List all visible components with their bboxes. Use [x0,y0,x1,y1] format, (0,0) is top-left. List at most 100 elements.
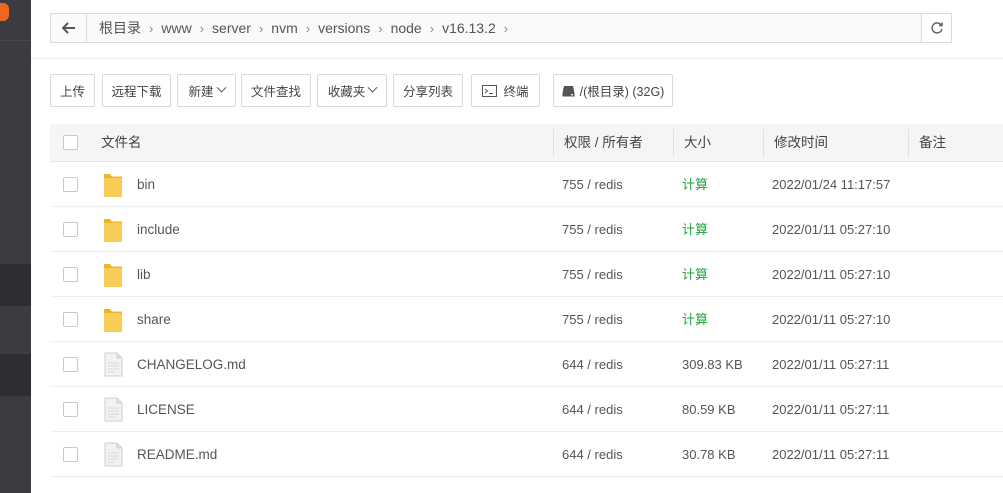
table-row[interactable]: bin 755 / redis 计算 2022/01/24 11:17:57 [50,162,1003,207]
file-name[interactable]: include [137,207,180,252]
modified-time: 2022/01/11 05:27:11 [772,357,890,372]
header-filename[interactable]: 文件名 [101,124,142,162]
file-search-label: 文件查找 [250,85,301,99]
size-calc-link[interactable]: 计算 [682,207,708,252]
file-name[interactable]: share [137,297,171,342]
chevron-right-icon: › [378,20,383,36]
table-row[interactable]: lib 755 / redis 计算 2022/01/11 05:27:10 [50,252,1003,297]
chevron-right-icon: › [429,20,435,36]
table-row[interactable]: share 755 / redis 计算 2022/01/11 05:27:10 [50,297,1003,342]
file-name[interactable]: LICENSE [137,387,195,432]
breadcrumb-item[interactable]: nvm [265,20,303,36]
favorites-dropdown-button[interactable]: 收藏夹 [317,74,387,107]
column-divider [673,129,674,157]
sidebar-item-highlight[interactable] [0,354,31,396]
permission-owner[interactable]: 755 / redis [562,162,623,207]
file-name[interactable]: bin [137,162,155,207]
favorites-label: 收藏夹 [327,85,366,99]
new-dropdown-button[interactable]: 新建 [177,74,236,107]
file-name[interactable]: README.md [137,432,217,477]
table-row[interactable]: include 755 / redis 计算 2022/01/11 05:27:… [50,207,1003,252]
breadcrumb-item[interactable]: www [155,20,197,36]
file-name[interactable]: lib [137,252,151,297]
breadcrumb-item[interactable]: 根目录 [93,18,147,38]
table-row[interactable]: LICENSE 644 / redis 80.59 KB 2022/01/11 … [50,387,1003,432]
row-checkbox[interactable] [63,312,78,327]
permission-owner[interactable]: 755 / redis [562,252,623,297]
folder-icon [104,264,122,287]
table-row[interactable]: CHANGELOG.md 644 / redis 309.83 KB 2022/… [50,342,1003,387]
table-row[interactable]: README.md 644 / redis 30.78 KB 2022/01/1… [50,432,1003,477]
file-search-button[interactable]: 文件查找 [241,74,311,107]
folder-icon [104,219,122,242]
header-note: 备注 [919,135,946,150]
terminal-icon [482,84,498,97]
header-size[interactable]: 大小 [684,124,711,162]
remote-download-button[interactable]: 远程下载 [102,74,171,107]
sidebar [0,0,31,493]
folder-icon [104,174,122,197]
chevron-right-icon: › [305,20,311,36]
chevron-right-icon: › [149,20,154,36]
chevron-down-icon [216,82,226,93]
column-divider [908,129,909,157]
header-permission-owner[interactable]: 权限 / 所有者 [564,124,643,162]
select-all-checkbox[interactable] [63,135,78,150]
modified-time: 2022/01/11 05:27:10 [772,222,891,237]
disk-label: /(根目录) (32G) [579,85,665,99]
row-checkbox[interactable] [63,222,78,237]
upload-label: 上传 [59,85,85,99]
file-name[interactable]: CHANGELOG.md [137,342,246,387]
disk-button[interactable]: /(根目录) (32G) [553,74,673,107]
breadcrumb-item[interactable]: node [385,20,428,36]
breadcrumb-item[interactable]: versions [312,20,376,36]
row-checkbox[interactable] [63,177,78,192]
file-table-header: 文件名 权限 / 所有者 大小 修改时间 备注 [50,124,1003,162]
chevron-right-icon: › [199,20,205,36]
sidebar-badge[interactable] [0,3,9,21]
breadcrumb: 根目录 › www › server › nvm › versions › node › v16.13.… [87,18,510,38]
terminal-label: 终端 [503,85,529,99]
row-checkbox[interactable] [63,447,78,462]
sidebar-item-active[interactable] [0,264,31,306]
terminal-button[interactable]: 终端 [471,74,540,107]
chevron-right-icon: › [503,20,509,36]
column-divider [763,129,764,157]
row-checkbox[interactable] [63,402,78,417]
size-calc-link[interactable]: 计算 [682,162,708,207]
file-size: 80.59 KB [682,402,736,417]
file-manager: 根目录 › www › server › nvm › versions › node › v16.13.… [31,0,1003,493]
permission-owner[interactable]: 644 / redis [562,432,623,477]
permission-owner[interactable]: 755 / redis [562,207,623,252]
permission-owner[interactable]: 644 / redis [562,342,623,387]
size-calc-link[interactable]: 计算 [682,297,708,342]
chevron-right-icon: › [258,20,264,36]
remote-download-label: 远程下载 [111,85,162,99]
refresh-button[interactable] [921,13,952,43]
share-list-label: 分享列表 [402,85,453,99]
back-button[interactable] [51,14,87,42]
upload-button[interactable]: 上传 [50,74,95,107]
share-list-button[interactable]: 分享列表 [393,74,463,107]
size-calc-link[interactable]: 计算 [682,252,708,297]
row-checkbox[interactable] [63,267,78,282]
row-checkbox[interactable] [63,357,78,372]
refresh-icon [930,22,943,34]
permission-owner[interactable]: 644 / redis [562,387,623,432]
path-bar: 根目录 › www › server › nvm › versions › node › v16.13.… [50,13,952,43]
arrow-left-icon [61,22,75,34]
breadcrumb-item[interactable]: v16.13.2 [436,20,502,36]
disk-icon [562,85,575,96]
permission-owner[interactable]: 755 / redis [562,297,623,342]
header-divider [31,58,1003,59]
modified-time: 2022/01/11 05:27:10 [772,267,891,282]
file-icon [104,442,123,467]
file-icon [104,352,123,377]
header-modified-time[interactable]: 修改时间 [774,124,828,162]
sidebar-divider [0,40,31,41]
breadcrumb-item[interactable]: server [206,20,257,36]
modified-time: 2022/01/11 05:27:11 [772,447,890,462]
new-label: 新建 [188,85,214,99]
modified-time: 2022/01/11 05:27:11 [772,402,890,417]
column-divider [553,129,554,157]
